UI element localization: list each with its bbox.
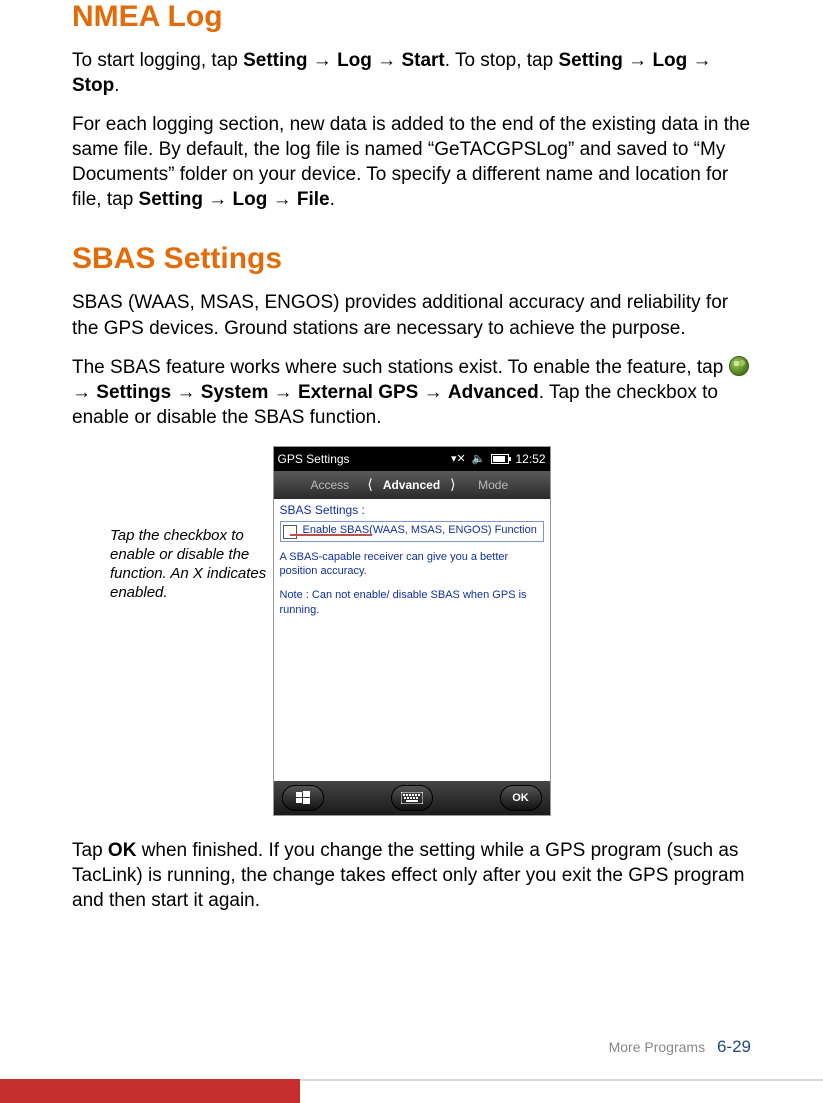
- chevron-left-icon[interactable]: ⟨: [361, 476, 378, 493]
- text-bold: OK: [108, 840, 137, 861]
- tab-access[interactable]: Access: [302, 478, 357, 492]
- clock: 12:52: [515, 452, 545, 466]
- footer-divider: [300, 1079, 823, 1081]
- nmea-p2: For each logging section, new data is ad…: [72, 112, 751, 212]
- arrow-icon: →: [268, 382, 298, 403]
- start-button[interactable]: [282, 785, 324, 811]
- ok-button[interactable]: OK: [500, 785, 542, 811]
- sbas-heading: SBAS Settings: [72, 242, 751, 276]
- text-bold: Settings: [96, 382, 171, 403]
- text-bold: Log: [337, 50, 372, 71]
- callout-text: Tap the checkbox to enable or disable th…: [110, 526, 288, 603]
- arrow-icon: →: [418, 382, 448, 403]
- text: The SBAS feature works where such statio…: [72, 357, 729, 378]
- sbas-settings-label: SBAS Settings :: [280, 503, 544, 517]
- tab-advanced[interactable]: Advanced: [383, 478, 440, 492]
- text-bold: Advanced: [448, 382, 539, 403]
- text-bold: Start: [401, 50, 444, 71]
- status-icons: ▾✕ 🔈 12:52: [451, 452, 545, 466]
- text: .: [330, 189, 335, 210]
- arrow-icon: →: [72, 382, 96, 403]
- sbas-p1: SBAS (WAAS, MSAS, ENGOS) provides additi…: [72, 290, 751, 340]
- tab-bar: Access ⟨ Advanced ⟩ Mode: [274, 471, 550, 499]
- arrow-icon: →: [171, 382, 201, 403]
- text-bold: System: [201, 382, 269, 403]
- device-screenshot: GPS Settings ▾✕ 🔈 12:52 Access ⟨ Advance…: [273, 446, 551, 816]
- keyboard-icon: [401, 792, 423, 804]
- sbas-p2: The SBAS feature works where such statio…: [72, 355, 751, 430]
- sbas-note: Note : Can not enable/ disable SBAS when…: [280, 588, 544, 617]
- arrow-icon: →: [687, 50, 711, 71]
- text-bold: External GPS: [298, 382, 418, 403]
- text: when finished. If you change the setting…: [72, 840, 744, 911]
- footer-tab: [0, 1079, 300, 1103]
- text-bold: Setting: [139, 189, 203, 210]
- sbas-description: A SBAS-capable receiver can give you a b…: [280, 550, 544, 579]
- callout-line: [290, 534, 372, 536]
- sbas-p3: Tap OK when finished. If you change the …: [72, 838, 751, 913]
- text-bold: Stop: [72, 75, 114, 96]
- speaker-icon: 🔈: [472, 452, 486, 465]
- window-title: GPS Settings: [278, 452, 350, 466]
- arrow-icon: →: [372, 50, 402, 71]
- device-content: SBAS Settings : Enable SBAS(WAAS, MSAS, …: [274, 499, 550, 781]
- nmea-p1: To start logging, tap Setting → Log → St…: [72, 48, 751, 98]
- tab-mode[interactable]: Mode: [466, 478, 521, 492]
- nmea-heading: NMEA Log: [72, 0, 751, 34]
- text: Tap: [72, 840, 108, 861]
- page-footer: More Programs 6-29: [609, 1037, 751, 1057]
- device-bottombar: OK: [274, 781, 550, 815]
- windows-icon: [295, 790, 311, 806]
- arrow-icon: →: [203, 189, 233, 210]
- text-bold: Log: [233, 189, 268, 210]
- battery-icon: [491, 454, 509, 464]
- arrow-icon: →: [623, 50, 653, 71]
- arrow-icon: →: [308, 50, 338, 71]
- text: To start logging, tap: [72, 50, 243, 71]
- text-bold: Setting: [243, 50, 307, 71]
- text: . To stop, tap: [445, 50, 559, 71]
- footer-section: More Programs: [609, 1039, 705, 1055]
- signal-icon: ▾✕: [451, 452, 466, 465]
- figure: Tap the checkbox to enable or disable th…: [72, 446, 751, 816]
- text: .: [114, 75, 119, 96]
- chevron-right-icon[interactable]: ⟩: [444, 476, 461, 493]
- text-bold: Log: [652, 50, 687, 71]
- device-titlebar: GPS Settings ▾✕ 🔈 12:52: [274, 447, 550, 471]
- page-number: 6-29: [717, 1037, 751, 1056]
- text-bold: File: [297, 189, 330, 210]
- sbas-checkbox-row[interactable]: Enable SBAS(WAAS, MSAS, ENGOS) Function: [280, 521, 544, 542]
- arrow-icon: →: [267, 189, 297, 210]
- start-icon: [729, 356, 749, 376]
- keyboard-button[interactable]: [391, 785, 433, 811]
- text-bold: Setting: [558, 50, 622, 71]
